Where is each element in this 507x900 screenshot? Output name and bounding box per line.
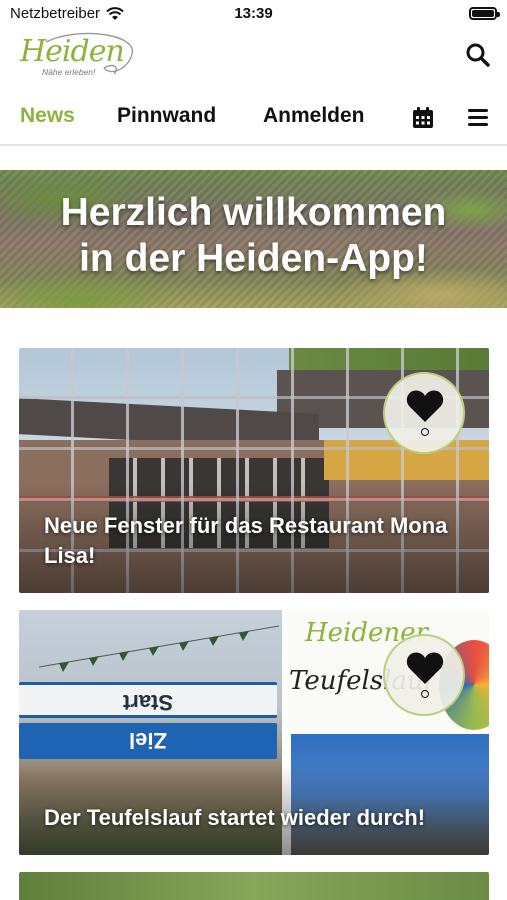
heiden-logo[interactable]: Heiden Nähe erleben! <box>18 32 136 80</box>
status-bar: Netzbetreiber 13:39 <box>0 0 507 28</box>
news-title: Der Teufelslauf startet wieder durch! <box>44 805 426 830</box>
welcome-line-1: Herzlich willkommen <box>60 191 447 234</box>
search-button[interactable] <box>465 42 491 68</box>
favorite-count-indicator <box>421 690 429 698</box>
favorite-count-indicator <box>421 428 429 436</box>
tab-news[interactable]: News <box>20 104 75 128</box>
menu-button[interactable] <box>468 107 490 127</box>
app-header: Heiden Nähe erleben! <box>0 28 507 88</box>
news-image <box>19 872 489 900</box>
logo-tagline: Nähe erleben! <box>42 67 96 77</box>
news-card[interactable]: Start Ziel Heidener Teufelslauf Der Teuf… <box>19 610 489 855</box>
start-banner: Start <box>19 682 277 718</box>
tab-pinnwand[interactable]: Pinnwand <box>117 104 216 128</box>
bunting-flags <box>39 625 279 672</box>
tab-anmelden[interactable]: Anmelden <box>263 104 365 128</box>
menu-icon <box>468 109 488 112</box>
favorite-button[interactable] <box>383 634 465 716</box>
calendar-button[interactable] <box>411 106 435 130</box>
finish-banner-text: Ziel <box>129 728 167 753</box>
favorite-button[interactable] <box>383 372 465 454</box>
menu-icon-bar <box>468 123 488 126</box>
battery-icon <box>469 7 500 20</box>
start-banner-text: Start <box>122 690 174 715</box>
finish-banner: Ziel <box>19 723 277 759</box>
logo-wordmark: Heiden <box>20 34 125 69</box>
welcome-title: Herzlich willkommen in der Heiden-App! <box>0 190 507 282</box>
heart-icon <box>406 652 444 684</box>
welcome-line-2: in der Heiden-App! <box>79 237 428 280</box>
status-time: 13:39 <box>234 5 273 22</box>
news-card[interactable]: Neue Fenster für das Restaurant Mona Lis… <box>19 348 489 593</box>
main-nav: News Pinnwand Anmelden <box>0 94 507 146</box>
welcome-banner: Herzlich willkommen in der Heiden-App! <box>0 170 507 308</box>
heart-icon <box>406 390 444 422</box>
news-card[interactable] <box>19 872 489 900</box>
news-title: Neue Fenster für das Restaurant Mona Lis… <box>44 513 448 568</box>
calendar-icon <box>413 107 433 128</box>
search-icon <box>466 43 490 67</box>
menu-icon-bar <box>468 116 488 119</box>
